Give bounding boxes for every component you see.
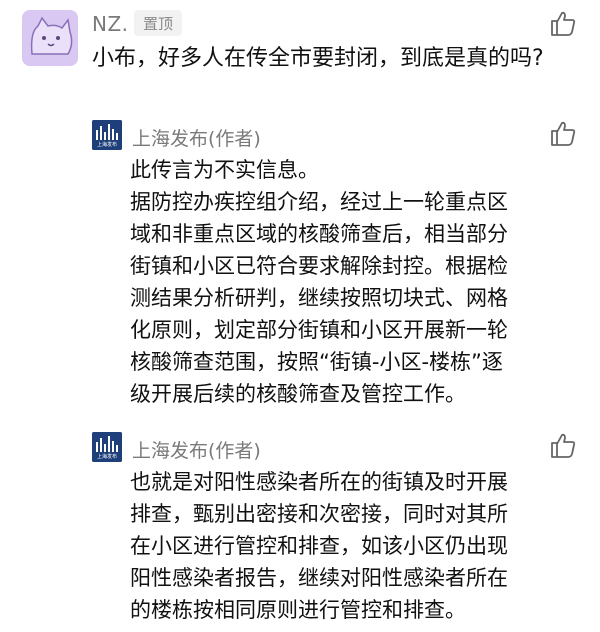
avatar[interactable]: [22, 10, 78, 66]
reply-author[interactable]: 上海发布(作者): [132, 124, 261, 151]
reply-line: 域和非重点区域的核酸筛查后，相当部分: [130, 222, 508, 246]
reply-line: 也就是对阳性感染者所在的街镇及时开展: [130, 470, 508, 494]
reply-avatar[interactable]: 上海发布: [92, 120, 122, 150]
reply-text: 此传言为不实信息。 据防控办疾控组介绍，经过上一轮重点区 域和非重点区域的核酸筛…: [130, 154, 580, 410]
avatar-caption: 上海发布: [96, 454, 117, 460]
reply-line: 核酸筛查范围，按照“街镇-小区-楼栋”逐: [130, 350, 503, 374]
reply-avatar[interactable]: 上海发布: [92, 432, 122, 462]
reply-line: 阳性感染者报告，继续对阳性感染者所在: [130, 566, 508, 590]
reply-line: 的楼栋按相同原则进行管控和排查。: [130, 598, 466, 622]
reply-line: 据防控办疾控组介绍，经过上一轮重点区: [130, 190, 508, 214]
reply-line: 排查，甄别出密接和次密接，同时对其所: [130, 502, 508, 526]
comment-author[interactable]: NZ.: [92, 12, 129, 36]
pin-badge: 置顶: [134, 10, 183, 36]
reply-line: 此传言为不实信息。: [130, 158, 319, 182]
reply-line: 在小区进行管控和排查，如该小区仍出现: [130, 534, 508, 558]
like-icon[interactable]: [548, 8, 578, 38]
reply-author[interactable]: 上海发布(作者): [132, 436, 261, 463]
reply-line: 级开展后续的核酸筛查及管控工作。: [130, 382, 466, 406]
reply-line: 测结果分析研判，继续按照切块式、网格: [130, 286, 508, 310]
reply-text: 也就是对阳性感染者所在的街镇及时开展 排查，甄别出密接和次密接，同时对其所 在小…: [130, 466, 580, 626]
comment-text: 小布，好多人在传全市要封闭，到底是真的吗?: [92, 46, 544, 71]
reply-line: 街镇和小区已符合要求解除封控。根据检: [130, 254, 508, 278]
reply-line: 化原则，划定部分街镇和小区开展新一轮: [130, 318, 508, 342]
like-icon[interactable]: [548, 118, 578, 148]
cat-avatar-icon: [22, 10, 78, 66]
like-icon[interactable]: [548, 430, 578, 460]
avatar-caption: 上海发布: [96, 142, 117, 148]
